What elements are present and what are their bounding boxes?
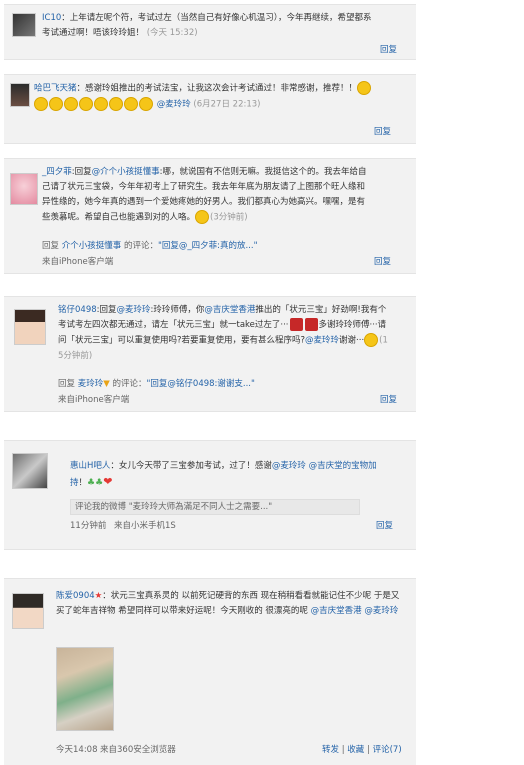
attached-photo[interactable] (56, 647, 114, 731)
smiley-icon (34, 96, 48, 111)
smiley-icon (94, 96, 108, 111)
mention-link[interactable]: @麦玲玲 (364, 606, 398, 616)
smiley-icon (364, 333, 379, 347)
comment-card: 哈巴飞天猪：感谢玲姐推出的考试法宝，让我这次会计考试通过！非常感谢，推荐！！ @… (4, 74, 416, 144)
forward-button[interactable]: 转发 (322, 745, 339, 755)
gift-icon (304, 318, 318, 331)
reply-button[interactable]: 回复 (374, 125, 391, 137)
avatar[interactable] (12, 593, 44, 629)
favorite-button[interactable]: 收藏 (347, 745, 364, 755)
reply-button[interactable]: 回复 (380, 43, 397, 55)
mention-link[interactable]: @麦玲玲 (117, 305, 151, 315)
comment-card: 陈爱0904★：状元三宝真系灵的 以前死记硬背的东西 现在稍稍看看就能记住不少呢… (4, 578, 416, 765)
source-text: 来自iPhone客户端 (58, 395, 130, 405)
comment-text: 陈爱0904★：状元三宝真系灵的 以前死记硬背的东西 现在稍稍看看就能记住不少呢… (56, 591, 400, 616)
heart-icon: ❤ (103, 475, 113, 488)
comment-button[interactable]: 评论(7) (373, 745, 402, 755)
smiley-icon (124, 96, 138, 111)
timestamp: 今天14:08 (56, 745, 98, 755)
user-name[interactable]: 陈爱0904 (56, 591, 95, 601)
smiley-icon (49, 96, 63, 111)
avatar[interactable] (12, 453, 48, 489)
mention-link[interactable]: @麦玲玲 (272, 461, 306, 471)
comment-text: _四夕菲:回复@介个小孩挺懂事:哪，就说国有不信则无嘛。我挺信这个的。我去年给自… (42, 167, 367, 224)
avatar[interactable] (12, 13, 36, 37)
mention-link[interactable]: @介个小孩挺懂事 (92, 167, 160, 177)
comment-card: IC10：上年请左呢个符，考试过左（当然自己有好像心机温习），今年再继续，希望都… (4, 4, 416, 60)
reply-button[interactable]: 回复 (380, 393, 397, 405)
comment-text: 哈巴飞天猪：感谢玲姐推出的考试法宝，让我这次会计考试通过！非常感谢，推荐！！ @… (34, 81, 394, 112)
quoted-comment-link[interactable]: "回复@_四夕菲:真的放..." (158, 241, 258, 251)
mention-link[interactable]: @麦玲玲 (305, 336, 339, 346)
timestamp: (今天 15:32) (146, 28, 198, 38)
source-text: 来自360安全浏览器 (100, 745, 176, 755)
timestamp: (6月27日 22:13) (193, 99, 261, 109)
comment-card: 铭仔0498:回复@麦玲玲:玲玲师傅，你@吉庆堂香港推出的「状元三宝」好劲啊!我… (4, 296, 416, 412)
smiley-icon (109, 96, 123, 111)
smiley-icon (357, 81, 372, 95)
avatar[interactable] (14, 309, 46, 345)
user-link[interactable]: 麦玲玲 (78, 379, 104, 389)
gift-icon (289, 318, 303, 331)
quoted-post[interactable]: 评论我的微博 "麦玲玲大师為滿足不同人士之需要..." (70, 499, 360, 515)
mention-link[interactable]: @吉庆堂香港 (311, 606, 362, 616)
avatar[interactable] (10, 173, 38, 205)
user-name[interactable]: 铭仔0498 (58, 305, 97, 315)
user-name[interactable]: _四夕菲 (42, 167, 72, 177)
smiley-icon (64, 96, 78, 111)
smiley-icon (79, 96, 93, 111)
reply-button[interactable]: 回复 (376, 519, 393, 531)
reply-button[interactable]: 回复 (374, 255, 391, 267)
quoted-comment-link[interactable]: "回复@铭仔0498:谢谢支..." (147, 379, 255, 389)
verified-icon: ▼ (103, 379, 110, 389)
user-name[interactable]: 哈巴飞天猪 (34, 84, 77, 94)
sub-comment: 回复 介个小孩挺懂事 的评论："回复@_四夕菲:真的放..." (42, 241, 258, 251)
sub-comment: 回复 麦玲玲▼ 的评论："回复@铭仔0498:谢谢支..." (58, 379, 255, 389)
timestamp: (3分钟前) (210, 212, 248, 223)
source-text: 来自小米手机1S (114, 521, 176, 531)
user-name[interactable]: 惠山H吧人 (70, 461, 110, 471)
comment-text: IC10：上年请左呢个符，考试过左（当然自己有好像心机温习），今年再继续，希望都… (42, 13, 372, 38)
timestamp: 11分钟前 (70, 521, 107, 531)
user-name[interactable]: IC10 (42, 13, 61, 23)
comment-text: 铭仔0498:回复@麦玲玲:玲玲师傅，你@吉庆堂香港推出的「状元三宝」好劲啊!我… (58, 305, 388, 361)
mention-link[interactable]: @吉庆堂香港 (204, 305, 255, 315)
user-link[interactable]: 介个小孩挺懂事 (62, 241, 122, 251)
smiley-icon (139, 96, 153, 111)
comment-card: _四夕菲:回复@介个小孩挺懂事:哪，就说国有不信则无嘛。我挺信这个的。我去年给自… (4, 158, 416, 274)
source-text: 来自iPhone客户端 (42, 257, 114, 267)
action-bar: 转发 | 收藏 | 评论(7) (322, 745, 402, 755)
smiley-icon (195, 210, 210, 224)
avatar[interactable] (10, 83, 30, 107)
comment-card: 惠山H吧人：女儿今天带了三宝参加考试，过了！感谢@麦玲玲 @吉庆堂的宝物加持！♣… (4, 440, 416, 550)
comment-text: 惠山H吧人：女儿今天带了三宝参加考试，过了！感谢@麦玲玲 @吉庆堂的宝物加持！♣… (70, 461, 377, 488)
mention-link[interactable]: @麦玲玲 (157, 99, 191, 109)
clover-icon: ♣ (87, 478, 96, 488)
clover-icon: ♣ (95, 478, 104, 488)
